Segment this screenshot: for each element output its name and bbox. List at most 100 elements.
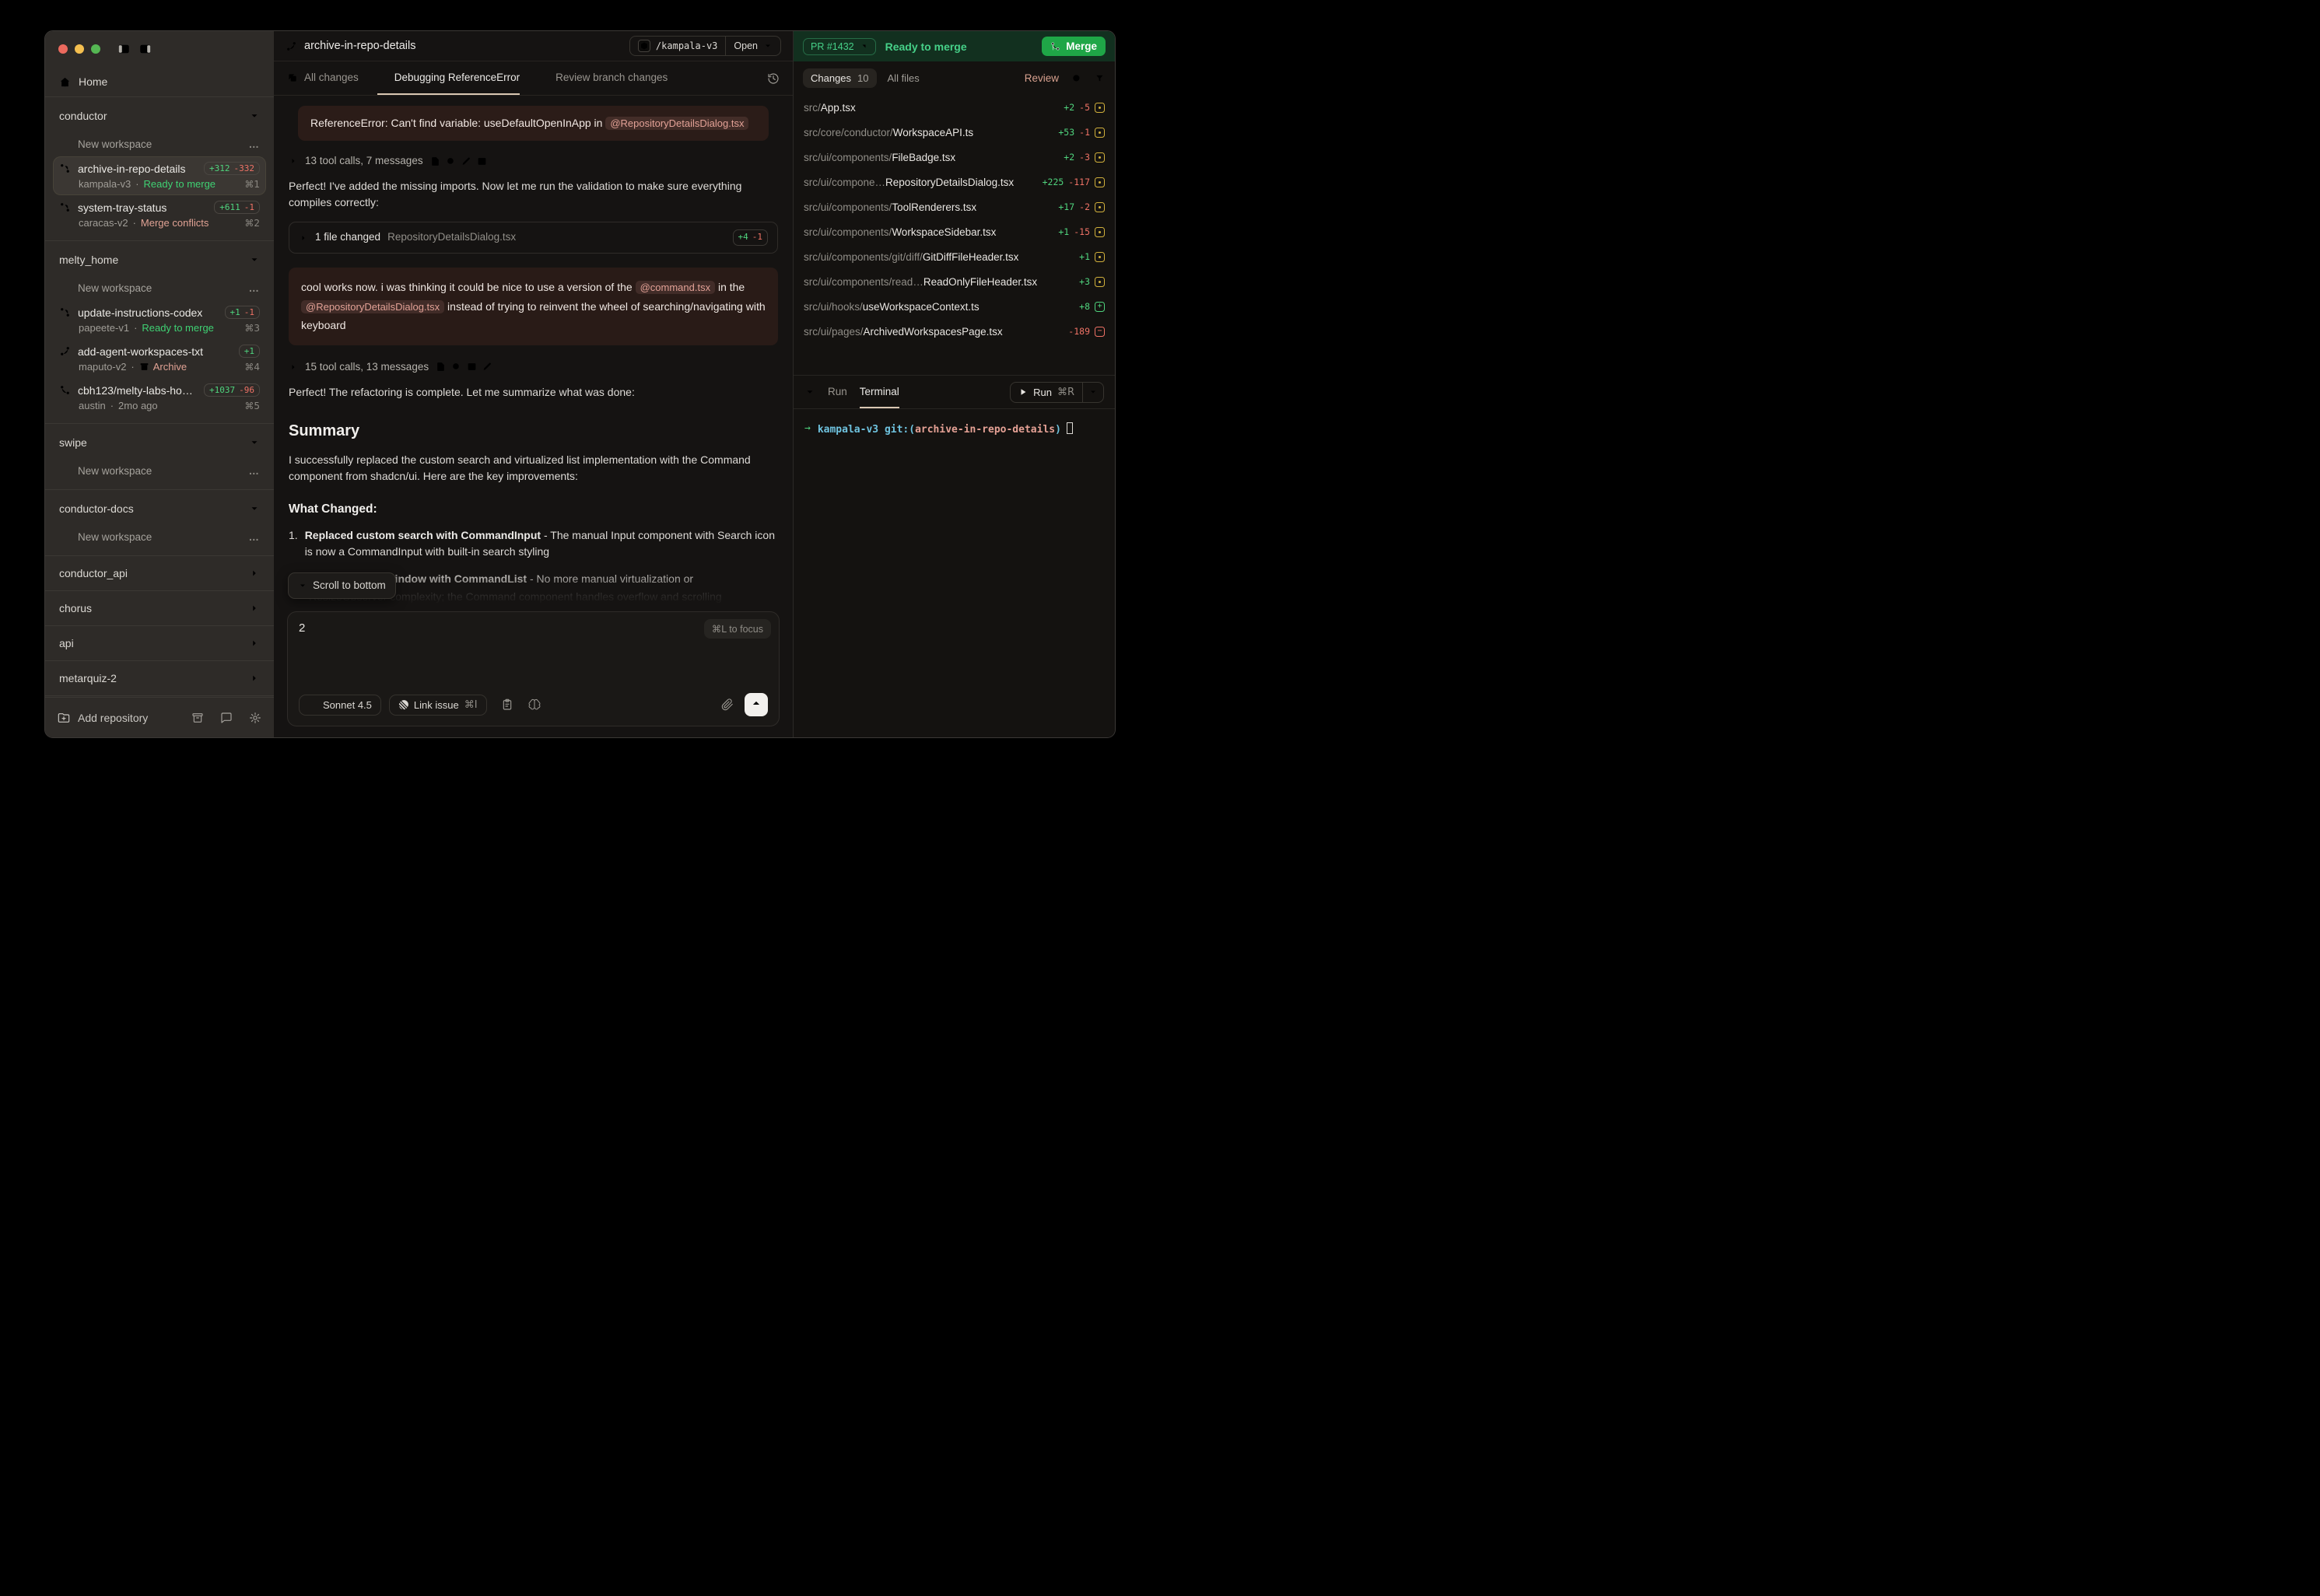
run-button[interactable]: Run ⌘R <box>1011 383 1082 402</box>
sidebar-item-home[interactable]: Home <box>45 67 274 96</box>
message-composer[interactable]: 2 ⌘L to focus Sonnet 4.5 Link issue ⌘I <box>287 611 780 726</box>
plus-icon <box>912 387 923 397</box>
new-workspace-button[interactable]: New workspace … <box>53 275 266 300</box>
more-options-icon[interactable]: … <box>249 465 261 477</box>
search-icon[interactable] <box>1071 73 1082 84</box>
merge-button[interactable]: Merge <box>1042 37 1106 56</box>
workspace-item-cbh123-melty-labs[interactable]: cbh123/melty-labs-ho… +1037-96 austin· 2… <box>53 378 266 417</box>
collapse-terminal-button[interactable] <box>804 376 815 408</box>
branch-path-button[interactable]: /kampala-v3 <box>630 37 725 55</box>
new-workspace-button[interactable]: New workspace … <box>53 524 266 549</box>
section-header-chorus[interactable]: chorus <box>53 593 266 624</box>
workspace-branch: austin <box>79 400 106 411</box>
tab-terminal[interactable]: Terminal <box>860 376 899 408</box>
spark-icon <box>538 72 549 83</box>
section-header-melty-home[interactable]: melty_home <box>53 244 266 275</box>
composer-input[interactable]: 2 <box>299 621 768 635</box>
spark-icon <box>308 700 317 709</box>
plus-icon <box>59 465 70 476</box>
new-terminal-button[interactable] <box>912 376 923 408</box>
brain-icon[interactable] <box>528 698 541 711</box>
attach-file-icon[interactable] <box>721 698 734 711</box>
sidebar: Home conductor New workspace … <box>45 31 274 737</box>
file-row[interactable]: src/App.tsx+2-5 <box>804 95 1105 120</box>
more-options-icon[interactable]: … <box>249 531 261 543</box>
section-header-conductor[interactable]: conductor <box>53 100 266 131</box>
section-header-metarquiz-2[interactable]: metarquiz-2 <box>53 663 266 694</box>
file-row[interactable]: src/ui/components/git/diff/GitDiffFileHe… <box>804 244 1105 269</box>
scroll-to-bottom-button[interactable]: Scroll to bottom <box>288 572 396 599</box>
workspace-shortcut: ⌘5 <box>244 401 260 411</box>
history-button[interactable] <box>767 61 780 95</box>
close-window-button[interactable] <box>58 44 68 54</box>
new-tab-button[interactable] <box>686 61 698 95</box>
link-issue-button[interactable]: Link issue ⌘I <box>389 695 487 716</box>
tool-calls-summary[interactable]: 15 tool calls, 13 messages <box>289 359 778 375</box>
file-mention-chip[interactable]: @command.tsx <box>636 281 716 294</box>
file-row[interactable]: src/ui/components/FileBadge.tsx+2-3 <box>804 145 1105 170</box>
file-row[interactable]: src/ui/pages/ArchivedWorkspacesPage.tsx-… <box>804 319 1105 344</box>
section-header-conductor-docs[interactable]: conductor-docs <box>53 493 266 524</box>
workspace-item-update-instructions-codex[interactable]: update-instructions-codex +1-1 papeete-v… <box>53 300 266 339</box>
terminal-tab-bar: Run Terminal Run ⌘R <box>794 375 1115 409</box>
toggle-right-sidebar-icon[interactable] <box>138 42 152 56</box>
model-selector-button[interactable]: Sonnet 4.5 <box>299 695 381 716</box>
added-file-icon <box>1095 302 1105 312</box>
send-button[interactable] <box>745 693 768 716</box>
more-options-icon[interactable]: … <box>249 282 261 294</box>
file-mention-chip[interactable]: @RepositoryDetailsDialog.tsx <box>605 117 748 130</box>
focus-hint-badge: ⌘L to focus <box>704 619 771 639</box>
file-mention-chip[interactable]: @RepositoryDetailsDialog.tsx <box>301 300 444 313</box>
terminal-output[interactable]: → kampala-v3 git:(archive-in-repo-detail… <box>794 409 1115 737</box>
clipboard-icon[interactable] <box>501 698 513 711</box>
workspace-item-archive-in-repo-details[interactable]: archive-in-repo-details +312-332 kampala… <box>53 156 266 195</box>
feedback-icon[interactable] <box>220 712 233 724</box>
add-repository-button[interactable]: Add repository <box>78 712 148 724</box>
toggle-left-sidebar-icon[interactable] <box>117 42 131 56</box>
workspace-item-system-tray-status[interactable]: system-tray-status +611-1 caracas-v2· Me… <box>53 195 266 234</box>
new-workspace-button[interactable]: New workspace … <box>53 458 266 483</box>
git-branch-icon <box>59 345 71 357</box>
section-header-swipe[interactable]: swipe <box>53 427 266 458</box>
workspace-shortcut: ⌘3 <box>244 323 260 334</box>
file-row[interactable]: src/ui/hooks/useWorkspaceContext.ts+8 <box>804 294 1105 319</box>
new-workspace-button[interactable]: New workspace … <box>53 131 266 156</box>
app-cube-icon <box>638 40 650 52</box>
zoom-window-button[interactable] <box>91 44 100 54</box>
archive-icon[interactable] <box>191 712 204 724</box>
more-options-icon[interactable]: … <box>249 138 261 150</box>
file-row[interactable]: src/ui/components/read…ReadOnlyFileHeade… <box>804 269 1105 294</box>
pull-request-icon <box>59 201 71 213</box>
file-changed-row[interactable]: 1 file changed RepositoryDetailsDialog.t… <box>289 222 778 254</box>
sidebar-section-swipe: swipe New workspace … <box>45 424 274 490</box>
tab-run[interactable]: Run <box>828 376 847 408</box>
minimize-window-button[interactable] <box>75 44 84 54</box>
tab-debugging-referenceerror[interactable]: Debugging ReferenceError <box>377 61 520 95</box>
workspace-branch: caracas-v2 <box>79 217 128 229</box>
file-row[interactable]: src/ui/components/ToolRenderers.tsx+17-2 <box>804 194 1105 219</box>
tool-calls-summary[interactable]: 13 tool calls, 7 messages <box>289 153 778 169</box>
review-button[interactable]: Review <box>1025 72 1059 84</box>
tab-review-branch-changes[interactable]: Review branch changes <box>538 61 668 95</box>
error-banner: ReferenceError: Can't find variable: use… <box>298 106 769 141</box>
plus-icon <box>59 531 70 542</box>
modified-file-icon <box>1095 227 1105 237</box>
gear-icon[interactable] <box>249 712 261 724</box>
tab-changes[interactable]: Changes10 <box>803 68 877 88</box>
file-row[interactable]: src/ui/compone…RepositoryDetailsDialog.t… <box>804 170 1105 194</box>
workspace-name: cbh123/melty-labs-ho… <box>78 384 197 397</box>
file-row[interactable]: src/ui/components/WorkspaceSidebar.tsx+1… <box>804 219 1105 244</box>
run-options-button[interactable] <box>1082 383 1103 402</box>
arrow-up-right-icon <box>859 42 868 51</box>
workspace-item-add-agent-workspaces-txt[interactable]: add-agent-workspaces-txt +1 maputo-v2· A… <box>53 339 266 378</box>
file-row[interactable]: src/core/conductor/WorkspaceAPI.ts+53-1 <box>804 120 1105 145</box>
plus-icon <box>59 138 70 149</box>
workspace-shortcut: ⌘1 <box>244 179 260 190</box>
open-dropdown-button[interactable]: Open <box>725 37 780 55</box>
section-header-api[interactable]: api <box>53 628 266 659</box>
section-header-conductor-api[interactable]: conductor_api <box>53 558 266 589</box>
filter-icon[interactable] <box>1095 73 1106 84</box>
tab-all-changes[interactable]: All changes <box>287 61 359 95</box>
tab-all-files[interactable]: All files <box>888 72 920 84</box>
pr-link-button[interactable]: PR #1432 <box>803 38 876 55</box>
